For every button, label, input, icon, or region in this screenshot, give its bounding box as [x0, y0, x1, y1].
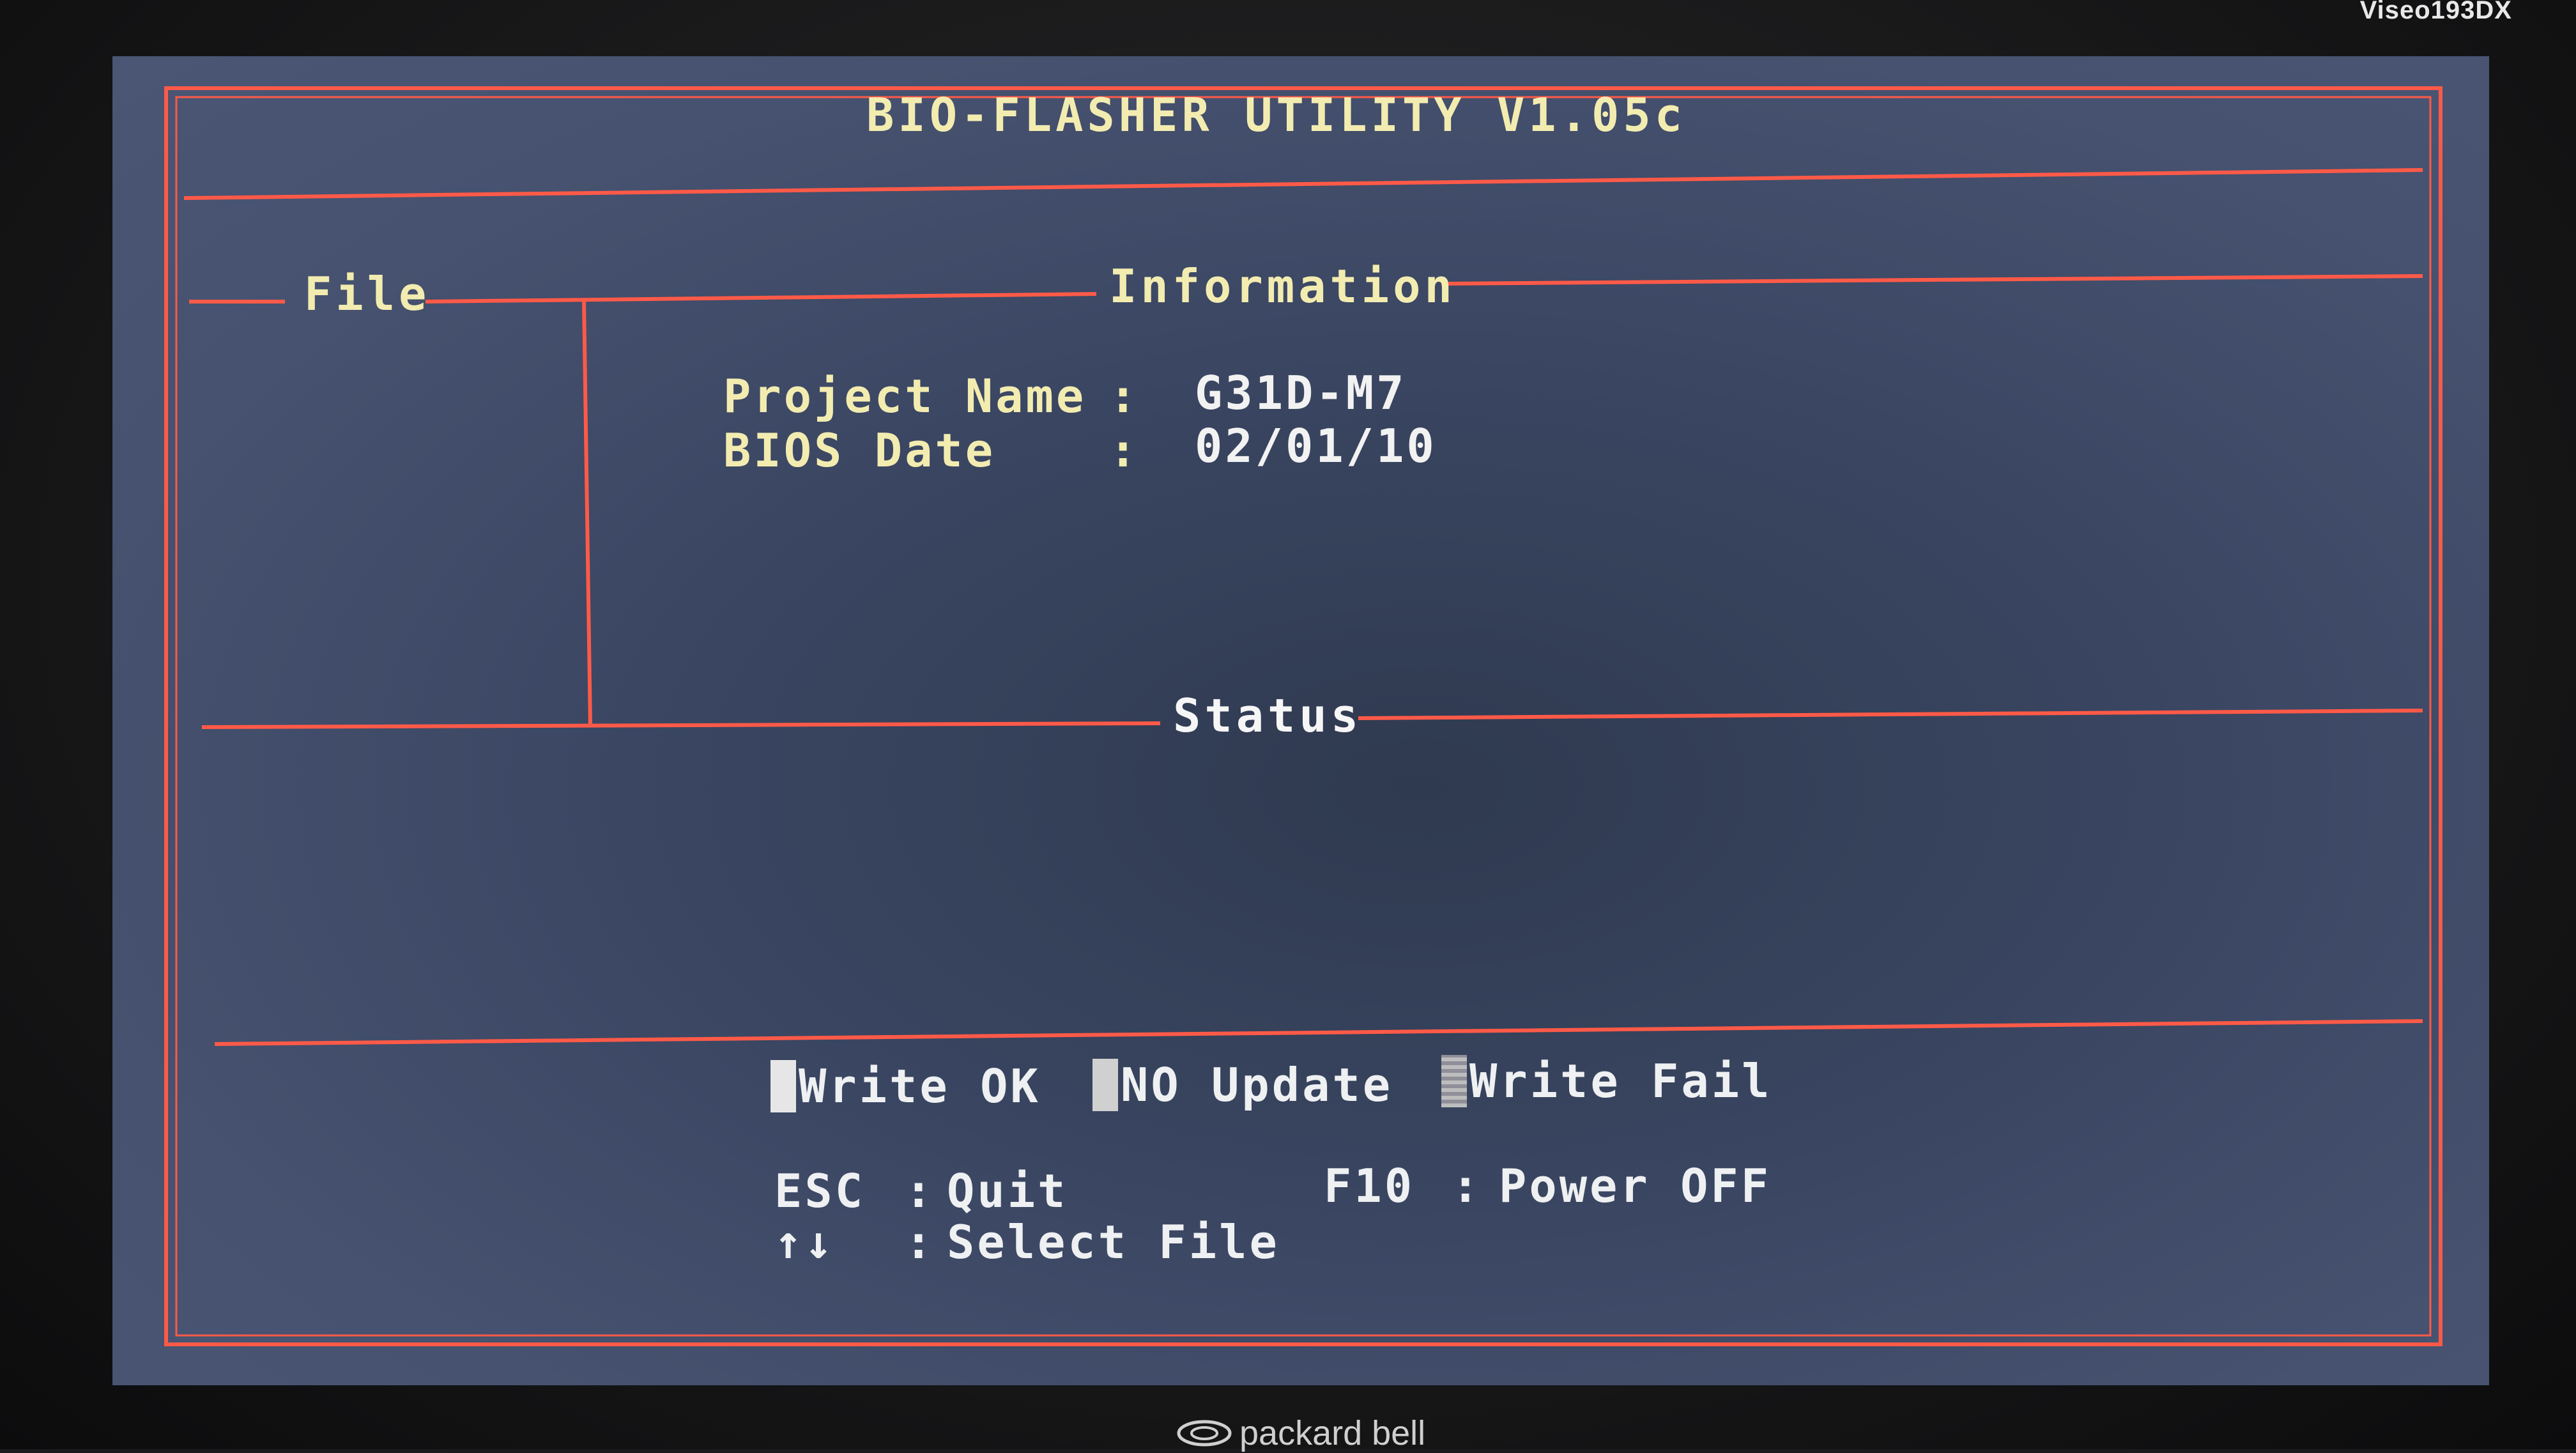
file-info-divider — [582, 301, 592, 728]
status-line-right — [1358, 709, 2423, 720]
no-update-swatch-icon — [1092, 1059, 1118, 1111]
section-label-file: File — [304, 267, 431, 321]
legend-no-update: NO Update — [1092, 1058, 1393, 1112]
key-esc-action: Quit — [947, 1164, 1068, 1218]
legend-write-fail-label: Write Fail — [1469, 1054, 1772, 1108]
info-header-right — [1441, 274, 2423, 286]
status-line-left — [201, 721, 1161, 729]
key-arrows-separator: : — [905, 1215, 935, 1269]
bios-date-label: BIOS Date — [723, 424, 996, 477]
bottom-separator — [214, 1019, 2423, 1046]
legend-write-fail: Write Fail — [1441, 1054, 1772, 1108]
monitor-brand-logo: packard bell — [1176, 1413, 1425, 1453]
legend-write-ok: Write OK — [770, 1059, 1041, 1113]
file-info-header-mid — [425, 292, 1097, 304]
title-separator — [183, 168, 2423, 200]
write-fail-swatch-icon — [1441, 1055, 1467, 1107]
monitor-brand-text: packard bell — [1239, 1414, 1426, 1452]
project-name-value: G31D-M7 — [1195, 366, 1407, 420]
key-f10-separator: : — [1452, 1159, 1482, 1213]
key-f10[interactable]: F10 — [1324, 1159, 1414, 1213]
bios-screen: BIO-FLASHER UTILITY V1.05c File Informat… — [112, 56, 2489, 1385]
key-esc[interactable]: ESC — [774, 1164, 865, 1218]
monitor-model-label: Viseo193DX — [2359, 0, 2512, 24]
project-name-separator: : — [1109, 369, 1140, 423]
project-name-label: Project Name — [723, 369, 1087, 423]
monitor-bezel: Viseo193DX BIO-FLASHER UTILITY V1.05c Fi… — [0, 0, 2576, 1452]
packard-bell-logo-icon — [1177, 1420, 1232, 1447]
section-label-status: Status — [1173, 689, 1363, 742]
bios-title: BIO-FLASHER UTILITY V1.05c — [866, 88, 1687, 142]
write-ok-swatch-icon — [770, 1060, 796, 1112]
bios-date-separator: : — [1109, 424, 1140, 477]
key-arrows-action: Select File — [947, 1215, 1280, 1269]
section-label-information: Information — [1109, 259, 1456, 313]
key-f10-action: Power OFF — [1499, 1159, 1772, 1213]
bios-date-value: 02/01/10 — [1195, 419, 1437, 473]
legend-write-ok-label: Write OK — [799, 1059, 1041, 1113]
key-esc-separator: : — [905, 1164, 935, 1218]
key-arrows[interactable]: ↑↓ — [774, 1215, 835, 1269]
legend-no-update-label: NO Update — [1121, 1058, 1393, 1112]
